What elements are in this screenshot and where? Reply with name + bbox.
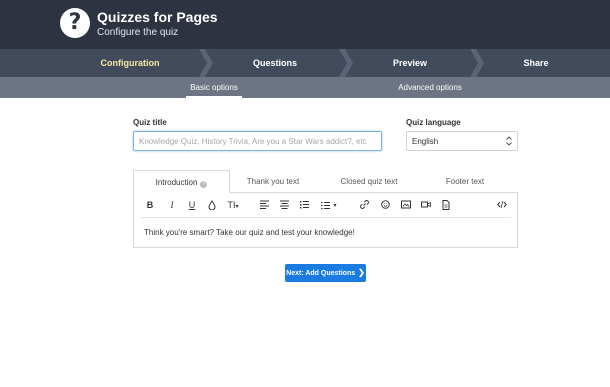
text-size-button[interactable]: TI▾	[224, 198, 242, 212]
select-arrows-icon	[506, 136, 512, 146]
video-icon	[421, 201, 431, 208]
app-subtitle: Configure the quiz	[97, 27, 179, 38]
insert-file-button[interactable]	[440, 198, 452, 212]
link-button[interactable]	[358, 198, 370, 212]
insert-video-button[interactable]	[420, 198, 432, 212]
tab-closed-quiz-text[interactable]: Closed quiz text	[327, 170, 411, 193]
align-left-icon	[259, 200, 269, 209]
align-left-button[interactable]	[258, 198, 270, 212]
text-color-button[interactable]	[206, 198, 218, 212]
caret-down-icon: ▾	[333, 202, 337, 209]
italic-button[interactable]: I	[166, 198, 178, 212]
caret-down-icon: ▾	[235, 204, 239, 210]
app-header: ? Quizzes for Pages Configure the quiz	[0, 0, 610, 49]
editor-content[interactable]: Think you're smart? Take our quiz and te…	[144, 228, 355, 237]
help-icon[interactable]: ?	[200, 181, 208, 188]
ordered-list-button[interactable]	[298, 198, 310, 212]
tab-footer-text[interactable]: Footer text	[432, 170, 498, 193]
tab-introduction-label: Introduction	[155, 178, 198, 187]
question-mark-icon: ?	[60, 8, 90, 38]
quiz-language-label: Quiz language	[406, 118, 461, 127]
step-preview[interactable]: Preview	[350, 49, 470, 77]
tab-basic-options[interactable]: Basic options	[186, 77, 242, 98]
step-separator-icon	[199, 49, 213, 77]
smiley-icon	[380, 200, 390, 209]
app-title: Quizzes for Pages	[97, 9, 218, 25]
code-view-button[interactable]	[496, 198, 508, 212]
code-icon	[497, 200, 507, 209]
emoji-button[interactable]	[379, 198, 391, 212]
next-button-label: Next: Add Questions	[286, 270, 356, 277]
link-icon	[359, 200, 369, 209]
next-add-questions-button[interactable]: Next: Add Questions ❯	[285, 264, 366, 282]
options-tabs: Basic options Advanced options	[0, 77, 610, 98]
bulleted-list-icon	[321, 201, 331, 210]
chevron-right-icon: ❯	[358, 268, 365, 277]
tab-advanced-options[interactable]: Advanced options	[393, 77, 467, 98]
step-questions[interactable]: Questions	[215, 49, 335, 77]
align-center-icon	[279, 200, 289, 209]
bulleted-list-button[interactable]: ▾	[318, 198, 340, 212]
droplet-icon	[208, 200, 216, 210]
insert-image-button[interactable]	[400, 198, 412, 212]
quiz-title-input[interactable]	[133, 131, 382, 151]
step-share[interactable]: Share	[476, 49, 596, 77]
ordered-list-icon	[299, 201, 309, 209]
image-icon	[401, 200, 411, 209]
tab-introduction[interactable]: Introduction?	[133, 170, 230, 193]
quiz-language-value: English	[412, 137, 439, 146]
quiz-language-select[interactable]: English	[406, 131, 518, 151]
rich-text-editor: B I U TI▾ ▾ Think you're smart? Take our…	[133, 192, 518, 248]
toolbar-divider	[140, 217, 511, 218]
underline-button[interactable]: U	[186, 198, 198, 212]
file-icon	[442, 200, 450, 210]
step-configuration[interactable]: Configuration	[70, 49, 190, 77]
step-navigation: Configuration Questions Preview Share	[0, 49, 610, 77]
bold-button[interactable]: B	[144, 198, 156, 212]
align-center-button[interactable]	[278, 198, 290, 212]
tab-thank-you-text[interactable]: Thank you text	[232, 170, 314, 193]
quiz-title-label: Quiz title	[133, 118, 167, 127]
